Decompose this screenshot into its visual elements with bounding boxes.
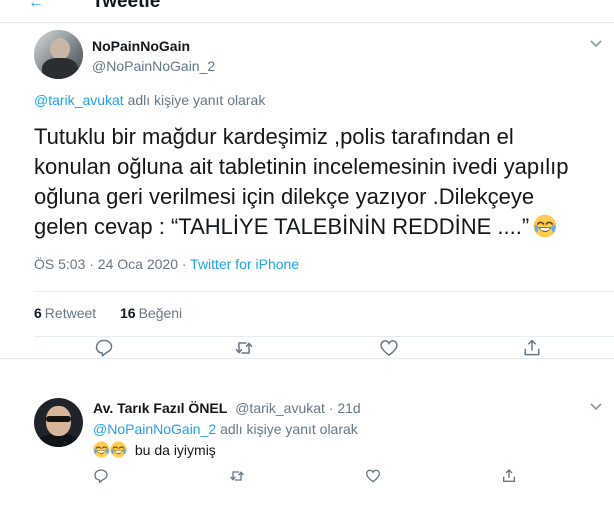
chevron-down-icon[interactable]	[590, 40, 602, 48]
top-header: ← Tweetle	[0, 0, 614, 23]
back-arrow-icon[interactable]: ←	[28, 0, 44, 12]
retweet-count: 6	[34, 305, 42, 321]
reply-actions	[93, 468, 593, 492]
author-name[interactable]: NoPainNoGain	[92, 38, 190, 54]
reply-icon[interactable]	[93, 468, 109, 484]
tweet-text: Tutuklu bir mağdur kardeşimiz ,polis tar…	[34, 122, 594, 242]
tweet-stats: 6 Retweet 16 Beğeni	[34, 291, 614, 337]
like-icon[interactable]	[379, 338, 399, 358]
like-label: Beğeni	[138, 305, 183, 321]
tweet-time[interactable]: · 21d	[329, 400, 361, 416]
reply-mention-link[interactable]: @NoPainNoGain_2	[93, 421, 216, 437]
laughing-emoji-icon	[533, 214, 557, 238]
like-stat[interactable]: 16 Beğeni	[120, 305, 182, 321]
reply-mention-link[interactable]: @tarik_avukat	[34, 92, 124, 108]
reply-context: @NoPainNoGain_2 adlı kişiye yanıt olarak	[93, 421, 358, 437]
author-handle[interactable]: @NoPainNoGain_2	[92, 58, 215, 74]
author-handle[interactable]: @tarik_avukat	[235, 400, 325, 416]
reply-icon[interactable]	[94, 338, 114, 358]
retweet-stat[interactable]: 6 Retweet	[34, 305, 96, 321]
reply-text: bu da iyiymiş	[93, 441, 216, 458]
reply-context-text: adlı kişiye yanıt olarak	[220, 421, 358, 437]
avatar[interactable]	[34, 30, 83, 79]
reply-context: @tarik_avukat adlı kişiye yanıt olarak	[34, 92, 265, 108]
reply-tweet[interactable]: Av. Tarık Fazıl ÖNEL @tarik_avukat · 21d…	[0, 388, 614, 510]
reply-context-text: adlı kişiye yanıt olarak	[127, 92, 266, 108]
retweet-label: Retweet	[44, 305, 97, 321]
tweet-actions	[34, 338, 614, 368]
like-icon[interactable]	[365, 468, 381, 484]
tweet-text-content: Tutuklu bir mağdur kardeşimiz ,polis tar…	[34, 124, 569, 239]
laughing-emoji-icon	[93, 441, 110, 458]
retweet-icon[interactable]	[229, 468, 245, 484]
chevron-down-icon[interactable]	[590, 403, 602, 411]
reply-text-content: bu da iyiymiş	[134, 442, 216, 458]
source-link[interactable]: Twitter for iPhone	[190, 256, 299, 272]
share-icon[interactable]	[522, 338, 542, 358]
main-tweet: NoPainNoGain @NoPainNoGain_2 @tarik_avuk…	[0, 22, 614, 359]
author-name[interactable]: Av. Tarık Fazıl ÖNEL	[93, 400, 227, 416]
laughing-emoji-icon	[110, 441, 127, 458]
timestamp[interactable]: ÖS 5:03 · 24 Oca 2020 ·	[34, 256, 187, 272]
retweet-icon[interactable]	[234, 338, 254, 358]
avatar[interactable]	[34, 398, 83, 447]
share-icon[interactable]	[501, 468, 517, 484]
tweet-meta: ÖS 5:03 · 24 Oca 2020 · Twitter for iPho…	[34, 256, 299, 272]
like-count: 16	[120, 305, 136, 321]
reply-header: Av. Tarık Fazıl ÖNEL @tarik_avukat · 21d	[93, 400, 361, 416]
page-title: Tweetle	[92, 0, 161, 12]
